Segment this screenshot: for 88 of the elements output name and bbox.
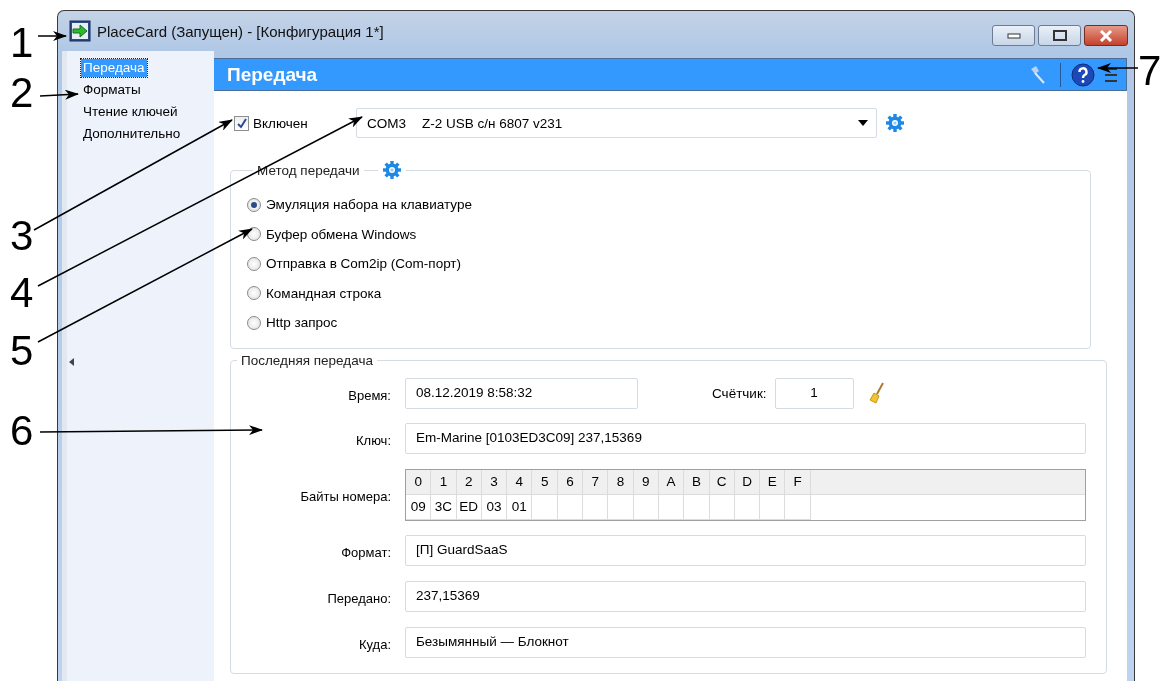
field-label: Байты номера: [299, 488, 391, 504]
empty-cell [658, 494, 685, 520]
column-header: 3 [481, 469, 508, 495]
radio-option[interactable]: Буфер обмена Windows [247, 219, 417, 249]
callout-number: 4 [10, 272, 34, 314]
text-field[interactable]: 08.12.2019 8:58:32 [405, 377, 638, 409]
callout-arrow [37, 31, 67, 41]
sidebar-item[interactable]: Форматы [81, 79, 143, 101]
column-header: 7 [583, 469, 609, 495]
maximize-icon [1052, 30, 1067, 41]
column-header: E [760, 469, 786, 495]
caret-icon [858, 120, 868, 126]
callout-number: 3 [10, 215, 34, 257]
column-header: 8 [608, 469, 634, 495]
radio-option[interactable]: Отправка в Com2ip (Com-порт) [247, 249, 462, 279]
column-header: F [785, 469, 811, 495]
byte-cell: 03 [481, 494, 508, 520]
empty-cell [684, 494, 710, 520]
text-field[interactable]: 237,15369 [405, 580, 1086, 612]
group-title: Последняя передача [241, 352, 373, 368]
byte-cell: 3C [431, 494, 457, 520]
byte-cell: ED [456, 494, 482, 520]
text-field[interactable]: Безымянный — Блокнот [405, 626, 1086, 658]
field-label: Передано: [326, 589, 391, 606]
callout-arrow [39, 89, 79, 100]
empty-cell [608, 494, 634, 520]
close-button[interactable] [1084, 25, 1128, 46]
text-field[interactable]: [П] GuardSaaS [405, 534, 1086, 566]
field-label: Ключ: [355, 431, 391, 448]
callout-number: 1 [10, 22, 34, 64]
callout-number: 5 [10, 330, 34, 372]
group-title: Метод передачи [257, 162, 360, 178]
radio-icon[interactable] [247, 286, 261, 301]
column-header: 1 [431, 469, 457, 495]
close-icon [1099, 29, 1113, 42]
byte-cell: 09 [406, 494, 432, 520]
column-header: C [709, 469, 735, 495]
column-header: A [658, 469, 685, 495]
empty-cell [734, 494, 761, 520]
empty-cell [709, 494, 735, 520]
column-header: 2 [456, 469, 482, 495]
field-label: Счётчик: [712, 385, 767, 401]
gear-icon[interactable] [885, 113, 905, 133]
sidebar-item[interactable]: Чтение ключей [81, 101, 180, 123]
empty-cell [532, 494, 558, 520]
field-label: Куда: [357, 635, 391, 652]
field-label: Время: [347, 386, 391, 403]
column-header: 5 [532, 469, 558, 495]
column-header: 9 [633, 469, 659, 495]
callout-arrow [1097, 63, 1139, 73]
radio-option[interactable]: Командная строка [247, 278, 382, 308]
column-header: 6 [557, 469, 584, 495]
sidebar-item[interactable]: Дополнительно [81, 123, 183, 145]
callout-number: 7 [1138, 50, 1162, 92]
minimize-icon [1006, 32, 1021, 39]
enabled-checkbox[interactable]: Включен [234, 115, 348, 131]
gear-icon[interactable] [381, 160, 402, 180]
empty-cell [633, 494, 659, 520]
broom-icon[interactable] [867, 382, 886, 404]
help-icon[interactable] [1071, 62, 1095, 87]
window-title: PlaceCard (Запущен) - [Конфигурация 1*] [97, 22, 385, 40]
empty-cell [583, 494, 609, 520]
empty-cell [557, 494, 584, 520]
radio-option[interactable]: Эмуляция набора на клавиатуре [247, 190, 472, 220]
minimize-button[interactable] [992, 25, 1035, 46]
checkmark-icon [236, 117, 247, 129]
maximize-button[interactable] [1038, 25, 1081, 46]
callout-number: 6 [10, 410, 34, 452]
field-label: Формат: [340, 543, 391, 560]
app-icon [69, 20, 91, 42]
collapse-arrow-icon[interactable] [69, 358, 74, 366]
menu-icon[interactable] [1104, 66, 1118, 83]
column-header: B [684, 469, 710, 495]
counter-field[interactable]: 1 [774, 377, 854, 409]
radio-icon[interactable] [247, 197, 261, 212]
radio-icon[interactable] [247, 315, 261, 330]
column-header: D [734, 469, 761, 495]
radio-option[interactable]: Http запрос [247, 308, 338, 338]
port-dropdown[interactable]: COM3 Z-2 USB с/н 6807 v231 [356, 108, 877, 138]
column-header: 4 [507, 469, 533, 495]
byte-cell: 01 [507, 494, 533, 520]
callout-number: 2 [10, 72, 34, 114]
empty-cell [760, 494, 786, 520]
text-field[interactable]: Em-Marine [0103ED3C09] 237,15369 [405, 422, 1086, 454]
column-header: 0 [406, 469, 432, 495]
panel-title: Передача [227, 63, 319, 86]
radio-icon[interactable] [247, 256, 261, 271]
empty-cell [785, 494, 811, 520]
